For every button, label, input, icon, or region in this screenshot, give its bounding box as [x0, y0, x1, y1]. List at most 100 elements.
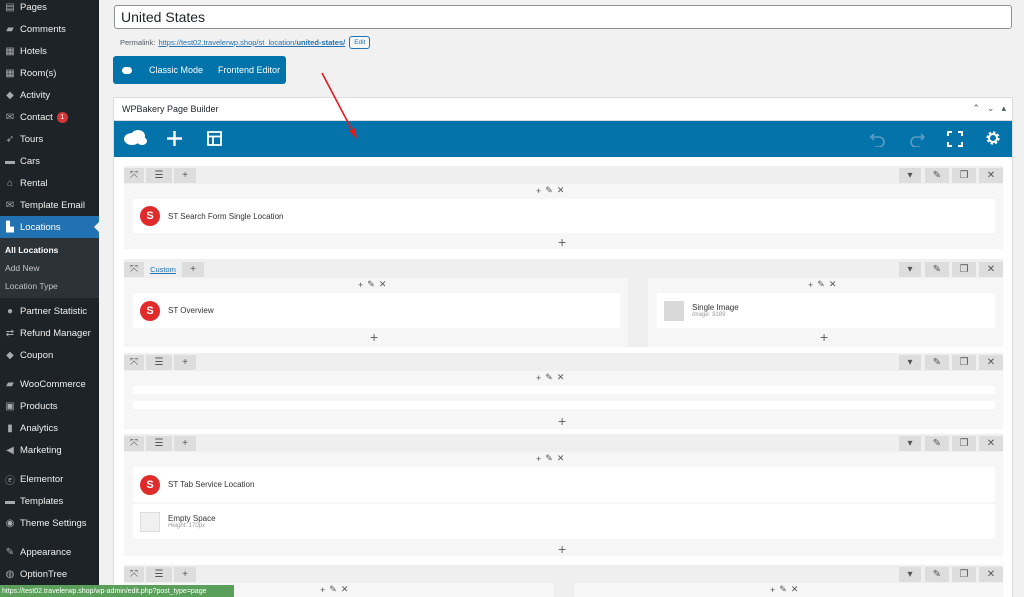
- sidebar-item-analytics[interactable]: ▮ Analytics: [0, 417, 99, 439]
- row-edit-icon[interactable]: ✎: [925, 567, 949, 582]
- move-down-icon[interactable]: ⌄: [987, 103, 995, 114]
- row-toggle-icon[interactable]: ▾: [899, 436, 921, 451]
- sidebar-subitem-all-locations[interactable]: All Locations: [0, 241, 99, 259]
- element-blank[interactable]: [133, 401, 995, 409]
- row-drag-icon[interactable]: ⤧: [124, 436, 144, 451]
- row-clone-icon[interactable]: ❐: [952, 436, 976, 451]
- permalink-link[interactable]: https://test02.travelerwp.shop/st_locati…: [158, 38, 345, 47]
- sidebar-item-tours[interactable]: ➶ Tours: [0, 128, 99, 150]
- sidebar-item-marketing[interactable]: ◀ Marketing: [0, 439, 99, 461]
- sidebar-item-refund-manager[interactable]: ⇄ Refund Manager: [0, 322, 99, 344]
- row-layout-custom-link[interactable]: Custom: [146, 262, 180, 277]
- column-append-icon[interactable]: +: [820, 330, 828, 344]
- row-layout-icon[interactable]: ☰: [146, 355, 172, 370]
- row-toggle-icon[interactable]: ▾: [899, 567, 921, 582]
- column-append-icon[interactable]: +: [558, 542, 566, 556]
- column-add-icon[interactable]: +: [808, 280, 813, 290]
- sidebar-item-theme-settings[interactable]: ◉ Theme Settings: [0, 512, 99, 534]
- column-append-icon[interactable]: +: [558, 235, 566, 249]
- sidebar-item-template-email[interactable]: ✉ Template Email: [0, 194, 99, 216]
- row-delete-icon[interactable]: ✕: [979, 436, 1003, 451]
- sidebar-item-pages[interactable]: ▤ Pages: [0, 0, 99, 18]
- sidebar-item-optiontree[interactable]: ◍ OptionTree: [0, 563, 99, 585]
- column-delete-icon[interactable]: ✕: [557, 185, 565, 196]
- row-add-column-icon[interactable]: +: [174, 168, 196, 183]
- sidebar-item-templates[interactable]: ▬ Templates: [0, 490, 99, 512]
- row-layout-icon[interactable]: ☰: [146, 436, 172, 451]
- sidebar-item-hotels[interactable]: ▦ Hotels: [0, 40, 99, 62]
- templates-icon[interactable]: [207, 131, 222, 146]
- row-drag-icon[interactable]: ⤧: [124, 262, 144, 277]
- column-delete-icon[interactable]: ✕: [379, 279, 387, 290]
- column-delete-icon[interactable]: ✕: [557, 372, 565, 383]
- post-title-input[interactable]: United States: [114, 5, 1012, 29]
- sidebar-item-products[interactable]: ▣ Products: [0, 395, 99, 417]
- column-append-icon[interactable]: +: [558, 414, 566, 428]
- add-element-icon[interactable]: [166, 130, 183, 147]
- classic-mode-button[interactable]: Classic Mode: [149, 65, 203, 75]
- sidebar-subitem-location-type[interactable]: Location Type: [0, 277, 99, 295]
- sidebar-item-rental[interactable]: ⌂ Rental: [0, 172, 99, 194]
- sidebar-item-room-s[interactable]: ▦ Room(s): [0, 62, 99, 84]
- row-edit-icon[interactable]: ✎: [925, 262, 949, 277]
- column-add-icon[interactable]: +: [536, 373, 541, 383]
- row-drag-icon[interactable]: ⤧: [124, 168, 144, 183]
- column-edit-icon[interactable]: ✎: [545, 372, 553, 383]
- row-toggle-icon[interactable]: ▾: [899, 355, 921, 370]
- column-add-icon[interactable]: +: [358, 280, 363, 290]
- element-st-tab-service[interactable]: S ST Tab Service Location: [133, 467, 995, 502]
- redo-icon[interactable]: [909, 131, 925, 147]
- sidebar-item-contact[interactable]: ✉ Contact 1: [0, 106, 99, 128]
- column-edit-icon[interactable]: ✎: [779, 584, 787, 595]
- permalink-edit-button[interactable]: Edit: [349, 35, 371, 49]
- row-drag-icon[interactable]: ⤧: [124, 567, 144, 582]
- settings-gear-icon[interactable]: [985, 130, 1001, 146]
- column-add-icon[interactable]: +: [536, 186, 541, 196]
- row-edit-icon[interactable]: ✎: [925, 355, 949, 370]
- element-st-search-form[interactable]: S ST Search Form Single Location: [133, 199, 995, 233]
- move-up-icon[interactable]: ⌃: [972, 103, 980, 114]
- row-clone-icon[interactable]: ❐: [952, 567, 976, 582]
- collapse-toggle-icon[interactable]: ▴: [1001, 103, 1006, 114]
- frontend-editor-button[interactable]: Frontend Editor: [218, 65, 280, 75]
- column-edit-icon[interactable]: ✎: [545, 185, 553, 196]
- element-single-image[interactable]: Single Image Image: 9189: [657, 293, 995, 328]
- sidebar-item-appearance[interactable]: ✎ Appearance: [0, 541, 99, 563]
- row-clone-icon[interactable]: ❐: [952, 262, 976, 277]
- sidebar-item-partner-statistic[interactable]: ● Partner Statistic: [0, 300, 99, 322]
- column-edit-icon[interactable]: ✎: [367, 279, 375, 290]
- column-edit-icon[interactable]: ✎: [545, 453, 553, 464]
- row-delete-icon[interactable]: ✕: [979, 262, 1003, 277]
- sidebar-item-woocommerce[interactable]: ▰ WooCommerce: [0, 373, 99, 395]
- sidebar-item-cars[interactable]: ▬ Cars: [0, 150, 99, 172]
- column-append-icon[interactable]: +: [370, 330, 378, 344]
- sidebar-item-coupon[interactable]: ◆ Coupon: [0, 344, 99, 366]
- row-layout-icon[interactable]: ☰: [146, 168, 172, 183]
- column-add-icon[interactable]: +: [320, 585, 325, 595]
- column-edit-icon[interactable]: ✎: [817, 279, 825, 290]
- row-toggle-icon[interactable]: ▾: [899, 262, 921, 277]
- column-delete-icon[interactable]: ✕: [791, 584, 799, 595]
- undo-icon[interactable]: [870, 131, 886, 147]
- element-empty-space[interactable]: Empty Space Height: 170px: [133, 504, 995, 539]
- row-edit-icon[interactable]: ✎: [925, 168, 949, 183]
- row-add-column-icon[interactable]: +: [174, 436, 196, 451]
- sidebar-item-locations[interactable]: ▙ Locations: [0, 216, 99, 238]
- row-add-column-icon[interactable]: +: [174, 567, 196, 582]
- row-delete-icon[interactable]: ✕: [979, 567, 1003, 582]
- row-toggle-icon[interactable]: ▾: [899, 168, 921, 183]
- wpbakery-logo-icon[interactable]: [123, 129, 147, 147]
- sidebar-subitem-add-new[interactable]: Add New: [0, 259, 99, 277]
- column-delete-icon[interactable]: ✕: [341, 584, 349, 595]
- row-delete-icon[interactable]: ✕: [979, 168, 1003, 183]
- sidebar-item-elementor[interactable]: ⓔ Elementor: [0, 468, 99, 490]
- row-drag-icon[interactable]: ⤧: [124, 355, 144, 370]
- column-delete-icon[interactable]: ✕: [557, 453, 565, 464]
- row-add-column-icon[interactable]: +: [182, 262, 204, 277]
- column-delete-icon[interactable]: ✕: [829, 279, 837, 290]
- sidebar-item-comments[interactable]: ▰ Comments: [0, 18, 99, 40]
- element-st-overview[interactable]: S ST Overview: [133, 293, 620, 328]
- row-clone-icon[interactable]: ❐: [952, 168, 976, 183]
- element-blank[interactable]: [133, 386, 995, 394]
- column-add-icon[interactable]: +: [536, 454, 541, 464]
